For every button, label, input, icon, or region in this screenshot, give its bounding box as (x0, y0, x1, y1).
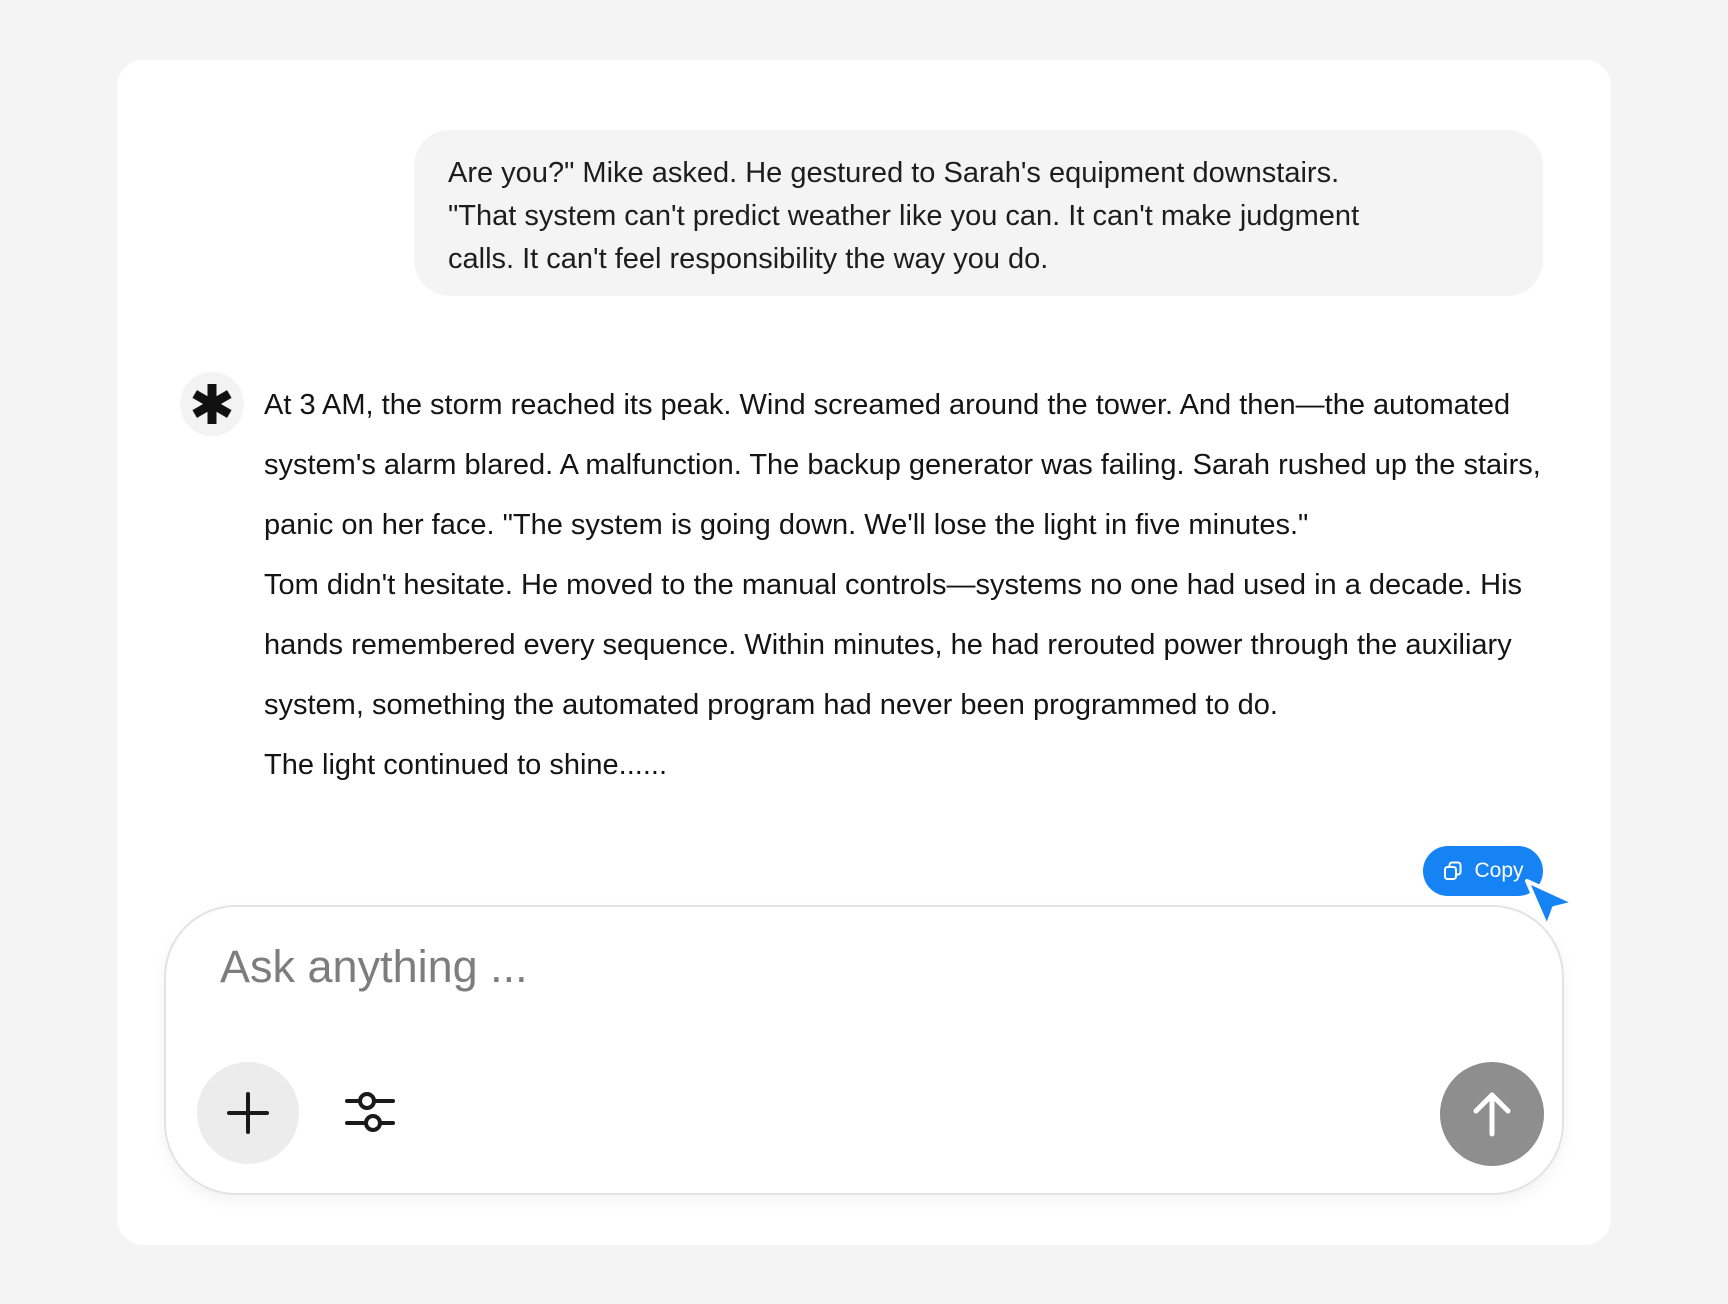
assistant-message: At 3 AM, the storm reached its peak. Win… (264, 375, 1544, 795)
sliders-icon (345, 1092, 395, 1132)
composer (164, 905, 1564, 1195)
chat-panel: Are you?" Mike asked. He gestured to Sar… (117, 60, 1611, 1245)
copy-icon (1442, 860, 1464, 882)
assistant-paragraph: The light continued to shine...... (264, 749, 668, 781)
user-message-line: calls. It can't feel responsibility the … (448, 243, 1049, 275)
user-message-line: "That system can't predict weather like … (448, 200, 1360, 232)
add-button[interactable] (197, 1062, 299, 1164)
pointer-cursor-icon (1525, 879, 1577, 929)
user-message-bubble: Are you?" Mike asked. He gestured to Sar… (414, 130, 1543, 296)
arrow-up-icon (1473, 1092, 1511, 1137)
plus-icon (227, 1092, 269, 1134)
copy-button-label: Copy (1474, 859, 1524, 882)
assistant-paragraph: At 3 AM, the storm reached its peak. Win… (264, 389, 1541, 541)
ask-input[interactable] (220, 935, 1320, 999)
assistant-paragraph: Tom didn't hesitate. He moved to the man… (264, 569, 1523, 721)
user-message-line: Are you?" Mike asked. He gestured to Sar… (448, 157, 1340, 189)
asterisk-logo-icon (192, 384, 232, 424)
send-button[interactable] (1440, 1062, 1544, 1166)
assistant-avatar (180, 372, 244, 436)
settings-button[interactable] (337, 1079, 403, 1145)
